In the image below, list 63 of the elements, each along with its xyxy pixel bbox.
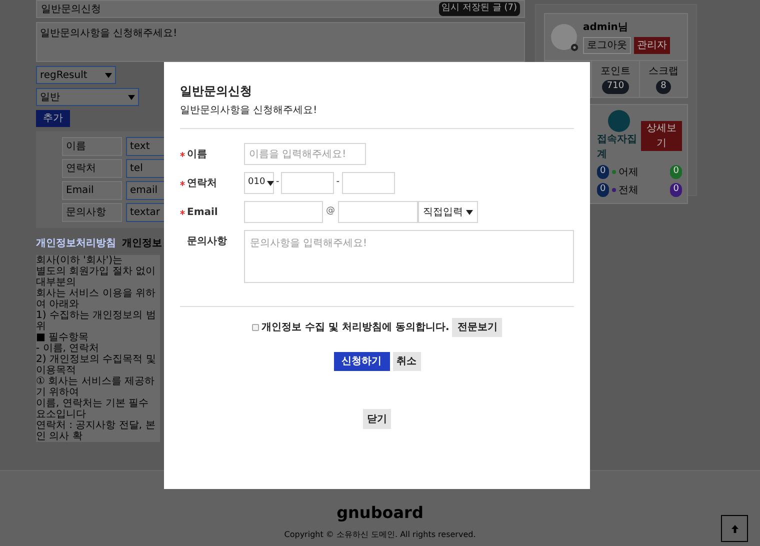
required-icon	[180, 210, 185, 214]
policy-tab[interactable]: 개인정보	[122, 236, 162, 251]
visitor-label: 어제	[618, 166, 639, 180]
field-label: Email	[187, 206, 218, 220]
required-icon	[180, 180, 185, 186]
domain-select[interactable]: 직접입력	[418, 201, 478, 223]
email-id-input[interactable]	[244, 201, 323, 223]
field-name-input[interactable]: 이름	[62, 137, 122, 156]
inquiry-textarea[interactable]: 문의사항을 입력해주세요!	[244, 230, 574, 283]
dash: -	[336, 176, 340, 190]
admin-button[interactable]: 관리자	[634, 37, 670, 54]
user-name: admin님	[583, 21, 629, 35]
phone-input[interactable]	[281, 172, 334, 194]
field-name-input[interactable]: Email	[62, 181, 122, 200]
policy-tab[interactable]: 개인정보처리방침	[36, 236, 116, 251]
visitor-icon	[608, 110, 630, 132]
policy-text: 회사(이하 '회사')는 별도의 회원가입 절차 없이 대부분의 회사는 서비스 이용을 위하여 아래와 1) 수집하는 개인정보의 범위 ■ 필수항목 - 이름, 연락처 2) 개인정보의 수집목적 및 이용목적 ① 회사는 서비스를 제공하기 위하여 이름, 연락처는 기본 필수 요소입니다 연락처 : 공지사항 전달, 본인 의사 확	[36, 255, 160, 442]
logout-button[interactable]: 로그아웃	[583, 37, 631, 54]
count-badge: 0	[597, 183, 609, 197]
back-to-top-button[interactable]	[721, 515, 748, 542]
cancel-button[interactable]: 취소	[392, 352, 420, 371]
add-button[interactable]: 추가	[36, 110, 70, 127]
caret-icon	[105, 72, 112, 78]
submit-button[interactable]: 신청하기	[334, 352, 390, 371]
field-name-input[interactable]: 문의사항	[62, 203, 122, 222]
dialog-title: 일반문의신청	[180, 83, 253, 100]
arrow-up-icon	[730, 524, 738, 532]
stat-badge: 8	[656, 80, 672, 94]
caret-icon	[466, 210, 473, 214]
content-textarea[interactable]: 일반문의사항을 신청해주세요!	[36, 22, 525, 62]
field-label: 문의사항	[187, 234, 227, 248]
required-icon	[180, 152, 185, 156]
detail-button[interactable]: 상세보기	[640, 120, 682, 150]
phone-input[interactable]	[342, 172, 394, 194]
caret-icon	[267, 180, 274, 186]
dropdown-select[interactable]: regResult	[36, 66, 116, 84]
agree-text: 개인정보 수집 및 처리방침에 동의합니다.	[262, 321, 450, 335]
dash: -	[276, 176, 280, 190]
field-name-input[interactable]: 연락처	[62, 159, 122, 178]
draft-button[interactable]: 임시 저장된 글 (7)	[438, 2, 520, 16]
count-badge: 0	[670, 183, 682, 197]
dropdown-select[interactable]: 일반	[36, 88, 139, 106]
title-input[interactable]: 일반문의신청 임시 저장된 글 (7)	[36, 0, 525, 18]
dialog-subtitle: 일반문의사항을 신청해주세요!	[180, 104, 318, 118]
field-label: 이름	[187, 148, 207, 162]
phone-prefix-select[interactable]: 010	[244, 172, 274, 194]
view-full-button[interactable]: 전문보기	[452, 318, 502, 337]
visitor-title: 접속자집계	[597, 132, 638, 162]
field-label: 연락처	[187, 176, 217, 190]
agree-checkbox[interactable]	[252, 324, 259, 331]
caret-icon	[128, 94, 135, 100]
name-input[interactable]: 이름을 입력해주세요!	[244, 143, 366, 165]
stat-badge: 710	[602, 80, 630, 94]
email-domain-input[interactable]	[338, 201, 418, 223]
at-sign: @	[326, 205, 335, 218]
count-badge: 0	[670, 165, 682, 179]
copyright-text: Copyright © 소유하신 도메인. All rights reserved.	[284, 529, 476, 541]
footer-logo: gnuboard	[336, 502, 424, 524]
stat-label: 스크랩	[648, 65, 678, 79]
close-button[interactable]: 닫기	[363, 409, 391, 429]
count-badge: 0	[597, 165, 609, 179]
visitor-label: 전체	[618, 184, 639, 198]
stat-label: 포인트	[600, 65, 630, 79]
